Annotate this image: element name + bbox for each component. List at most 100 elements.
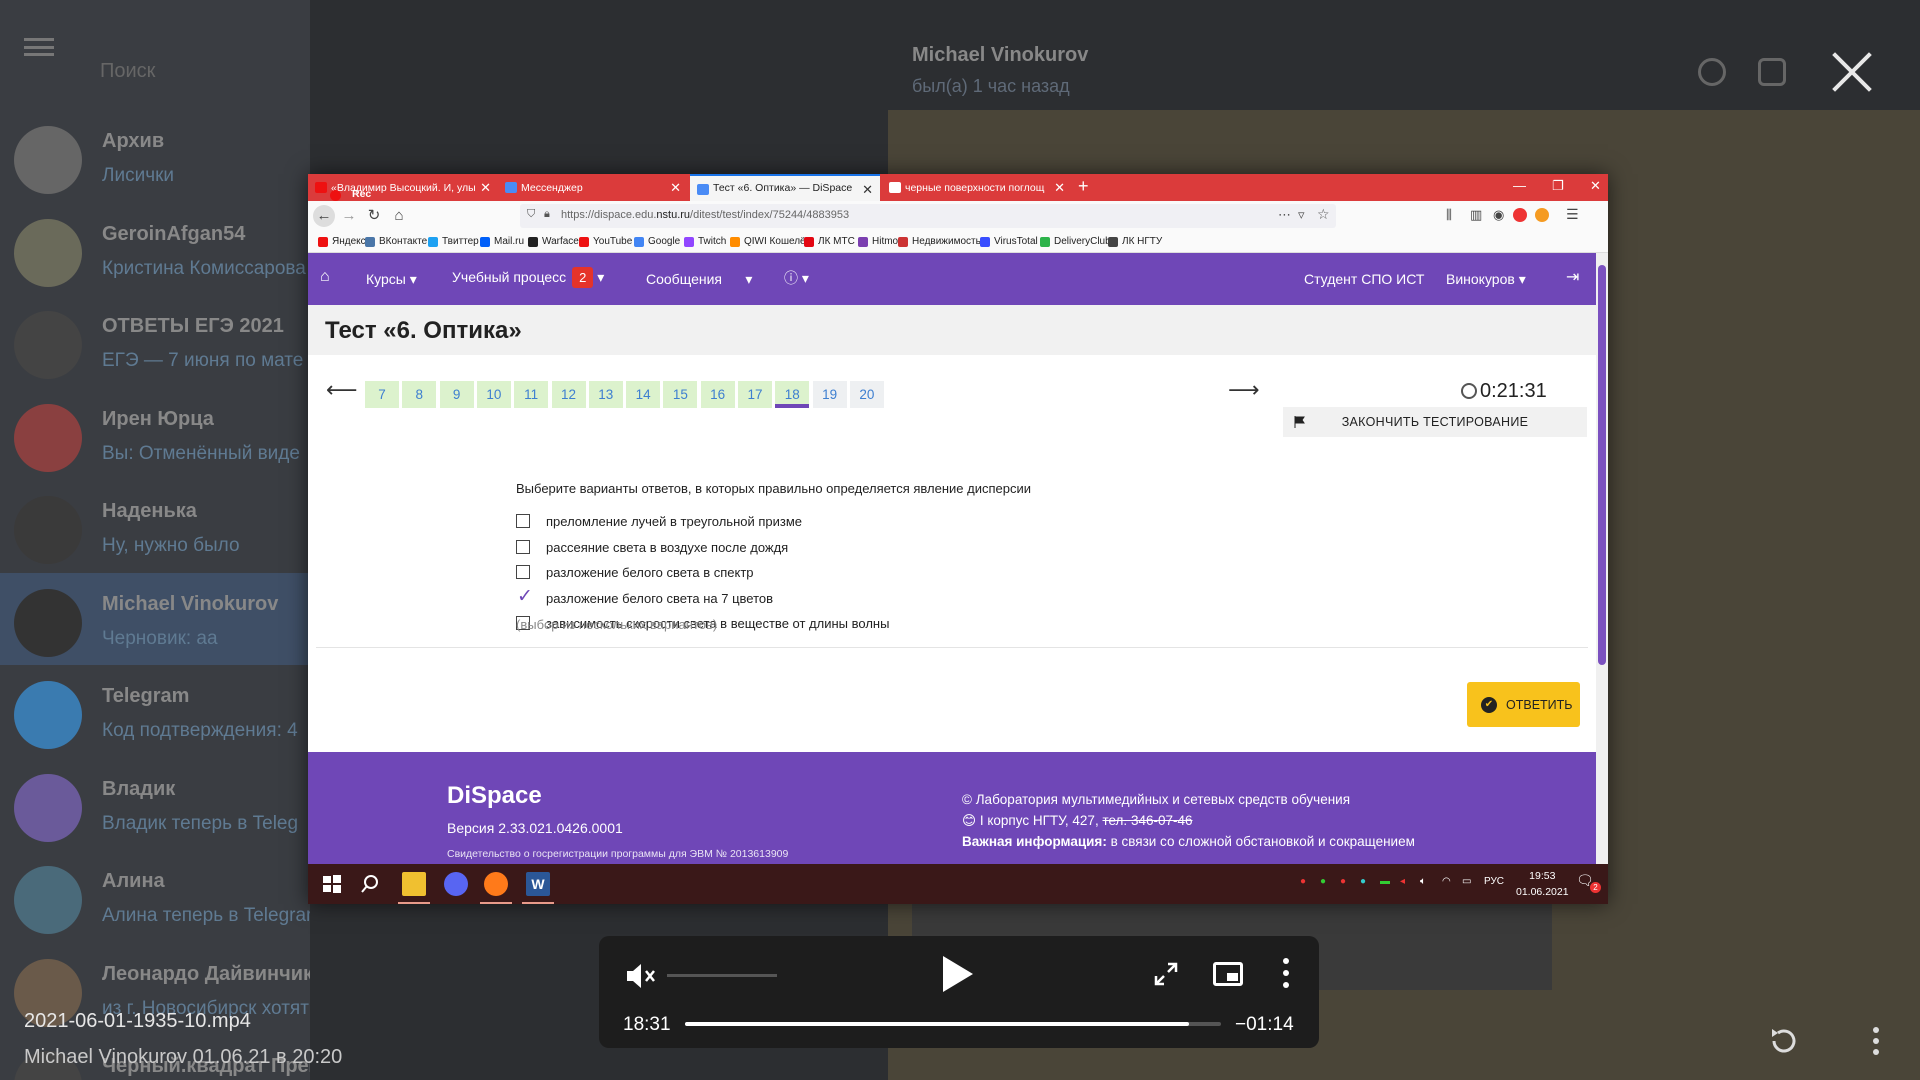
restore-icon[interactable]: ❐ <box>1552 178 1564 194</box>
checkbox[interactable] <box>516 565 530 579</box>
home-icon[interactable]: ⌂ <box>320 268 330 286</box>
user-menu[interactable]: Винокуров ▾ <box>1446 271 1526 288</box>
next-question-icon[interactable]: ⟶ <box>1228 377 1260 403</box>
search-input[interactable]: Поиск <box>100 60 155 83</box>
new-tab-button[interactable]: + <box>1078 176 1089 197</box>
question-number[interactable]: 14 <box>626 381 661 408</box>
help-icon[interactable]: ⓘ ▾ <box>784 268 809 288</box>
menu-study[interactable]: Учебный процесс 2 ▾ <box>452 267 604 288</box>
question-number[interactable]: 15 <box>663 381 698 408</box>
prev-question-icon[interactable]: ⟵ <box>326 377 358 403</box>
tray-app-icon[interactable]: ● <box>1340 876 1346 887</box>
extension-icon[interactable] <box>1535 208 1549 222</box>
question-number[interactable]: 13 <box>588 381 623 408</box>
tray-app-icon[interactable]: ◂ <box>1400 876 1405 887</box>
tray-app-icon[interactable]: ▬ <box>1380 876 1390 887</box>
chat-list-item[interactable]: Алина Алина теперь в Telegram <box>0 850 322 942</box>
pocket-icon[interactable]: ▿ <box>1298 207 1305 223</box>
question-number[interactable]: 16 <box>700 381 735 408</box>
library-icon[interactable]: ⫼ <box>1446 207 1452 223</box>
tab-close-icon[interactable]: ✕ <box>862 182 873 198</box>
search-icon[interactable] <box>358 872 382 896</box>
fullscreen-icon[interactable] <box>1152 960 1180 988</box>
chat-list-item[interactable]: Telegram Код подтверждения: 4 <box>0 665 310 757</box>
hamburger-menu-icon[interactable]: ☰ <box>1566 206 1579 223</box>
tab-dispace[interactable]: Тест «6. Оптика» — DiSpace ✕ <box>690 174 880 201</box>
windows-start-icon[interactable] <box>320 872 344 896</box>
question-number[interactable]: 8 <box>402 381 437 408</box>
phone-icon[interactable] <box>1758 58 1786 86</box>
checkmark-icon[interactable]: ✓ <box>517 587 533 606</box>
close-icon[interactable] <box>1830 50 1874 94</box>
tab-search[interactable]: черные поверхности поглощ ✕ <box>882 174 1072 201</box>
tab-close-icon[interactable]: ✕ <box>1054 180 1065 196</box>
chat-list-item[interactable]: Архив Лисички <box>0 110 310 202</box>
mic-icon[interactable]: ● <box>1300 876 1306 887</box>
battery-icon[interactable]: ▭ <box>1462 876 1471 887</box>
bookmark-item[interactable]: ЛК МТС <box>804 236 855 247</box>
chat-list-item[interactable]: Владик Владик теперь в Teleg <box>0 758 310 850</box>
search-icon[interactable] <box>1698 58 1726 86</box>
window-close-icon[interactable]: ✕ <box>1590 178 1601 194</box>
question-number[interactable]: 10 <box>476 381 511 408</box>
question-number[interactable]: 20 <box>849 381 884 408</box>
bookmark-item[interactable]: VirusTotal <box>980 236 1038 247</box>
more-vertical-icon[interactable] <box>1858 1023 1894 1059</box>
tab-messenger[interactable]: Мессенджер ✕ <box>498 174 688 201</box>
more-vertical-icon[interactable] <box>1283 958 1289 988</box>
tray-app-icon[interactable]: ● <box>1320 876 1326 887</box>
chat-list-item[interactable]: Наденька Ну, нужно было <box>0 480 310 572</box>
logout-icon[interactable]: ⇥ <box>1566 267 1579 287</box>
checkbox[interactable] <box>516 514 530 528</box>
bookmark-item[interactable]: Mail.ru <box>480 236 524 247</box>
bookmark-star-icon[interactable]: ☆ <box>1317 206 1330 223</box>
adblock-icon[interactable] <box>1513 208 1527 222</box>
word-icon[interactable]: W <box>522 872 554 904</box>
question-number[interactable]: 9 <box>439 381 474 408</box>
play-button[interactable] <box>943 956 973 992</box>
discord-icon[interactable] <box>444 872 468 896</box>
menu-courses[interactable]: Курсы ▾ <box>366 271 417 288</box>
chat-list-item[interactable]: ОТВЕТЫ ЕГЭ 2021 ЕГЭ — 7 июня по мате <box>0 295 310 387</box>
finish-test-button[interactable]: ЗАКОНЧИТЬ ТЕСТИРОВАНИЕ <box>1283 407 1587 437</box>
chat-list-item[interactable]: GeroinAfgan54 Кристина Комиссарова <box>0 203 310 295</box>
forward-icon[interactable]: → <box>338 205 360 227</box>
question-number[interactable]: 17 <box>738 381 772 408</box>
question-number[interactable]: 19 <box>812 381 847 408</box>
bookmark-item[interactable]: QIWI Кошелёк <box>730 236 810 247</box>
bookmark-item[interactable]: Твиттер <box>428 236 479 247</box>
menu-icon[interactable] <box>24 38 54 56</box>
more-horizontal-icon[interactable]: ⋯ <box>1278 207 1291 223</box>
volume-slider[interactable] <box>667 974 777 977</box>
bookmark-item[interactable]: ВКонтакте <box>365 236 427 247</box>
bookmark-item[interactable]: Яндекс <box>318 236 366 247</box>
address-bar[interactable]: ⛉ 🔒︎ https://dispace.edu.nstu.ru/ditest/… <box>520 204 1336 228</box>
bookmark-item[interactable]: ЛК НГТУ <box>1108 236 1162 247</box>
page-scrollbar[interactable] <box>1596 253 1608 864</box>
wifi-icon[interactable]: ◠ <box>1442 876 1451 887</box>
bookmark-item[interactable]: Недвижимость <box>898 236 981 247</box>
question-number[interactable]: 12 <box>551 381 586 408</box>
rotate-icon[interactable] <box>1766 1023 1802 1059</box>
file-explorer-icon[interactable] <box>398 872 430 904</box>
tab-close-icon[interactable]: ✕ <box>670 180 681 196</box>
speaker-icon[interactable]: 🔈︎ <box>1420 876 1426 887</box>
back-icon[interactable]: ← <box>313 205 335 227</box>
seek-bar[interactable] <box>685 1022 1221 1026</box>
home-icon[interactable]: ⌂ <box>388 205 410 227</box>
firefox-icon[interactable] <box>480 872 512 904</box>
question-number[interactable]: 11 <box>514 381 549 408</box>
bookmark-item[interactable]: Google <box>634 236 680 247</box>
muted-speaker-icon[interactable] <box>625 962 657 990</box>
account-icon[interactable]: ◉ <box>1493 207 1504 223</box>
question-number[interactable]: 7 <box>365 381 399 408</box>
tray-app-icon[interactable]: ● <box>1360 876 1366 887</box>
chat-list-item[interactable]: Ирен Юрца Вы: Отменённый виде <box>0 388 310 480</box>
bookmark-item[interactable]: Twitch <box>684 236 726 247</box>
question-number[interactable]: 18 <box>775 381 810 408</box>
tab-close-icon[interactable]: ✕ <box>480 180 491 196</box>
scrollbar-thumb[interactable] <box>1598 265 1606 665</box>
bookmark-item[interactable]: DeliveryClub <box>1040 236 1111 247</box>
chat-list-item[interactable]: Michael Vinokurov Черновик: аа <box>0 572 310 665</box>
checkbox[interactable] <box>516 539 530 554</box>
